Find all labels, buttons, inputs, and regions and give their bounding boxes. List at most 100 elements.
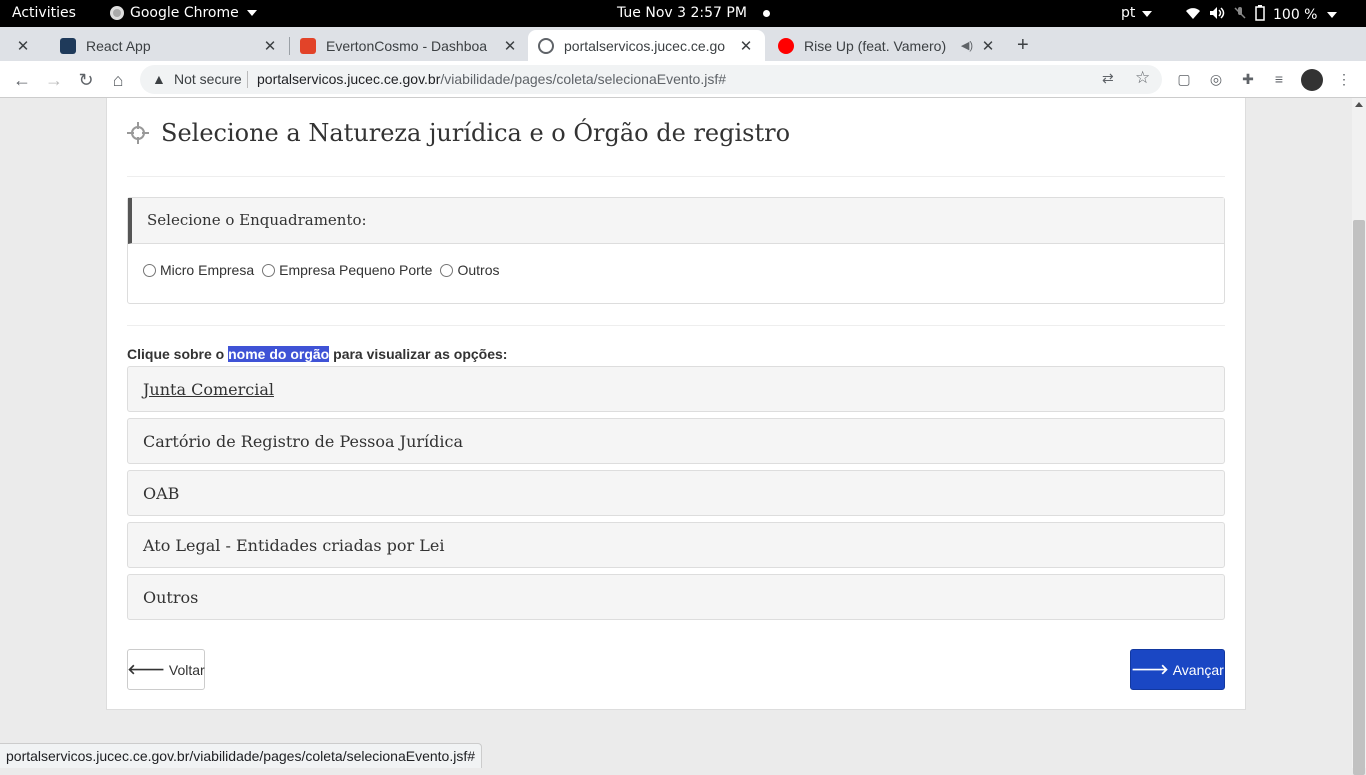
radio-label: Micro Empresa [160, 262, 255, 278]
tab-title: portalservicos.jucec.ce.go [564, 37, 726, 54]
home-icon: ⌂ [112, 70, 124, 90]
instruction-part: Clique sobre o [127, 346, 229, 362]
puzzle-extensions-icon[interactable]: ✚ [1239, 70, 1257, 88]
profile-avatar[interactable] [1301, 69, 1323, 91]
home-button[interactable]: ⌂ [105, 67, 131, 93]
wifi-icon [1185, 6, 1201, 24]
instruction-highlight: nome do orgão [228, 346, 330, 362]
radio-outros[interactable]: Outros [440, 262, 499, 278]
address-bar[interactable]: ▲ Not secure portalservicos.jucec.ce.gov… [140, 65, 1162, 94]
security-label[interactable]: Not secure [174, 71, 242, 87]
arrow-right-icon: 🡒 [1131, 661, 1169, 677]
close-icon: ✕ [16, 37, 30, 55]
next-page-label: Avançar [1172, 661, 1224, 678]
react-icon [60, 37, 76, 54]
language-indicator[interactable]: pt [1121, 5, 1152, 21]
media-controls-icon[interactable]: ≡ [1270, 70, 1288, 88]
radio-button[interactable] [143, 263, 156, 277]
orgao-junta-comercial[interactable]: Junta Comercial [127, 366, 1225, 412]
system-tray[interactable]: 100 % [1185, 5, 1338, 25]
radio-label: Empresa Pequeno Porte [279, 262, 433, 278]
tab-evertoncosmo-dashboard[interactable]: EvertonCosmo - Dashboa ✕ [292, 30, 527, 61]
extension-icon[interactable]: ◎ [1207, 70, 1225, 88]
arrow-left-icon: ← [13, 70, 31, 90]
youtube-music-icon [778, 37, 794, 54]
tab-strip: ✕ React App ✕ EvertonCosmo - Dashboa ✕ p… [0, 27, 1366, 61]
instruction-part: para visualizar as opções: [329, 346, 508, 362]
tab-rise-up[interactable]: Rise Up (feat. Vamero) ◀) ✕ [770, 30, 1005, 61]
link-status-bar: portalservicos.jucec.ce.gov.br/viabilida… [0, 743, 483, 768]
audio-playing-icon[interactable]: ◀) [961, 39, 973, 52]
close-icon[interactable]: ✕ [261, 37, 279, 55]
radio-micro-empresa[interactable]: Micro Empresa [143, 262, 254, 278]
reload-icon: ↻ [78, 70, 94, 90]
volume-icon [1209, 6, 1225, 24]
battery-percentage: 100 % [1273, 7, 1318, 23]
orgao-outros[interactable]: Outros [127, 574, 1225, 620]
tab-title: React App [86, 37, 151, 54]
crosshair-icon [127, 122, 149, 144]
close-tab-button[interactable]: ✕ [14, 30, 34, 61]
close-icon[interactable]: ✕ [979, 37, 997, 55]
orgao-cartorio-registro[interactable]: Cartório de Registro de Pessoa Jurídica [127, 418, 1225, 464]
tab-separator [289, 37, 290, 55]
plus-icon: + [1017, 34, 1029, 56]
next-page-button[interactable]: 🡒 Avançar [1130, 649, 1225, 690]
system-top-bar: Activities Google Chrome Tue Nov 3 2:57 … [0, 0, 1366, 27]
battery-icon [1255, 5, 1265, 25]
enquadramento-panel: Selecione o Enquadramento: Micro Empresa… [127, 197, 1225, 304]
page-heading: Selecione a Natureza jurídica e o Órgão … [127, 119, 790, 147]
more-menu-icon[interactable]: ⋮ [1335, 70, 1353, 88]
enquadramento-options: Micro Empresa Empresa Pequeno Porte Outr… [128, 244, 1224, 296]
tab-title: Rise Up (feat. Vamero) [804, 37, 947, 54]
arrow-left-icon: 🡐 [127, 661, 165, 677]
arrow-right-icon: → [45, 70, 63, 90]
warning-icon[interactable]: ▲ [152, 71, 166, 87]
scrollbar-thumb[interactable] [1353, 220, 1365, 775]
tab-portalservicos[interactable]: portalservicos.jucec.ce.go ✕ [528, 30, 765, 61]
app-menu-label: Google Chrome [130, 5, 239, 21]
instruction-text: Clique sobre o nome do orgão para visual… [127, 346, 507, 362]
enquadramento-label: Selecione o Enquadramento: [128, 198, 1224, 244]
orgao-ato-legal[interactable]: Ato Legal - Entidades criadas por Lei [127, 522, 1225, 568]
page-viewport: Selecione a Natureza jurídica e o Órgão … [0, 98, 1352, 768]
reload-button[interactable]: ↻ [73, 67, 99, 93]
bookmark-star-icon[interactable]: ☆ [1135, 68, 1150, 88]
back-page-label: Voltar [168, 661, 205, 678]
language-label: pt [1121, 5, 1136, 21]
clock[interactable]: Tue Nov 3 2:57 PM [617, 5, 747, 21]
microphone-off-icon [1233, 6, 1247, 24]
new-tab-button[interactable]: + [1017, 30, 1037, 61]
back-button[interactable]: ← [9, 67, 35, 93]
content-card: Selecione a Natureza jurídica e o Órgão … [106, 98, 1246, 710]
url-text[interactable]: portalservicos.jucec.ce.gov.br/viabilida… [257, 71, 726, 87]
radio-button[interactable] [262, 263, 276, 277]
extension-icon[interactable]: ▢ [1175, 70, 1193, 88]
app-menu[interactable]: Google Chrome [110, 5, 257, 21]
activities-button[interactable]: Activities [12, 5, 76, 21]
page-scrollbar[interactable] [1352, 98, 1366, 775]
browser-toolbar: ← → ↻ ⌂ ▲ Not secure portalservicos.juce… [0, 61, 1366, 98]
forward-button[interactable]: → [41, 67, 67, 93]
url-path: /viabilidade/pages/coleta/selecionaEvent… [440, 71, 727, 87]
tab-react-app[interactable]: React App ✕ [52, 30, 287, 61]
chevron-down-icon [246, 10, 257, 16]
divider [127, 176, 1225, 177]
back-page-button[interactable]: 🡐 Voltar [127, 649, 205, 690]
chrome-icon [110, 6, 124, 20]
chevron-down-icon [1327, 12, 1338, 18]
close-icon[interactable]: ✕ [737, 37, 755, 55]
notification-dot-icon [763, 10, 770, 17]
scroll-up-arrow-icon[interactable] [1355, 102, 1363, 107]
translate-icon[interactable]: ⇄ [1102, 70, 1114, 87]
url-host: portalservicos.jucec.ce.gov.br [257, 71, 441, 87]
orgao-oab[interactable]: OAB [127, 470, 1225, 516]
close-icon[interactable]: ✕ [501, 37, 519, 55]
chevron-down-icon [1141, 11, 1152, 17]
radio-label: Outros [457, 262, 500, 278]
radio-button[interactable] [440, 263, 454, 277]
tab-title: EvertonCosmo - Dashboa [326, 37, 488, 54]
gitlab-icon [300, 37, 316, 54]
divider [127, 325, 1225, 326]
radio-empresa-pequeno-porte[interactable]: Empresa Pequeno Porte [262, 262, 432, 278]
